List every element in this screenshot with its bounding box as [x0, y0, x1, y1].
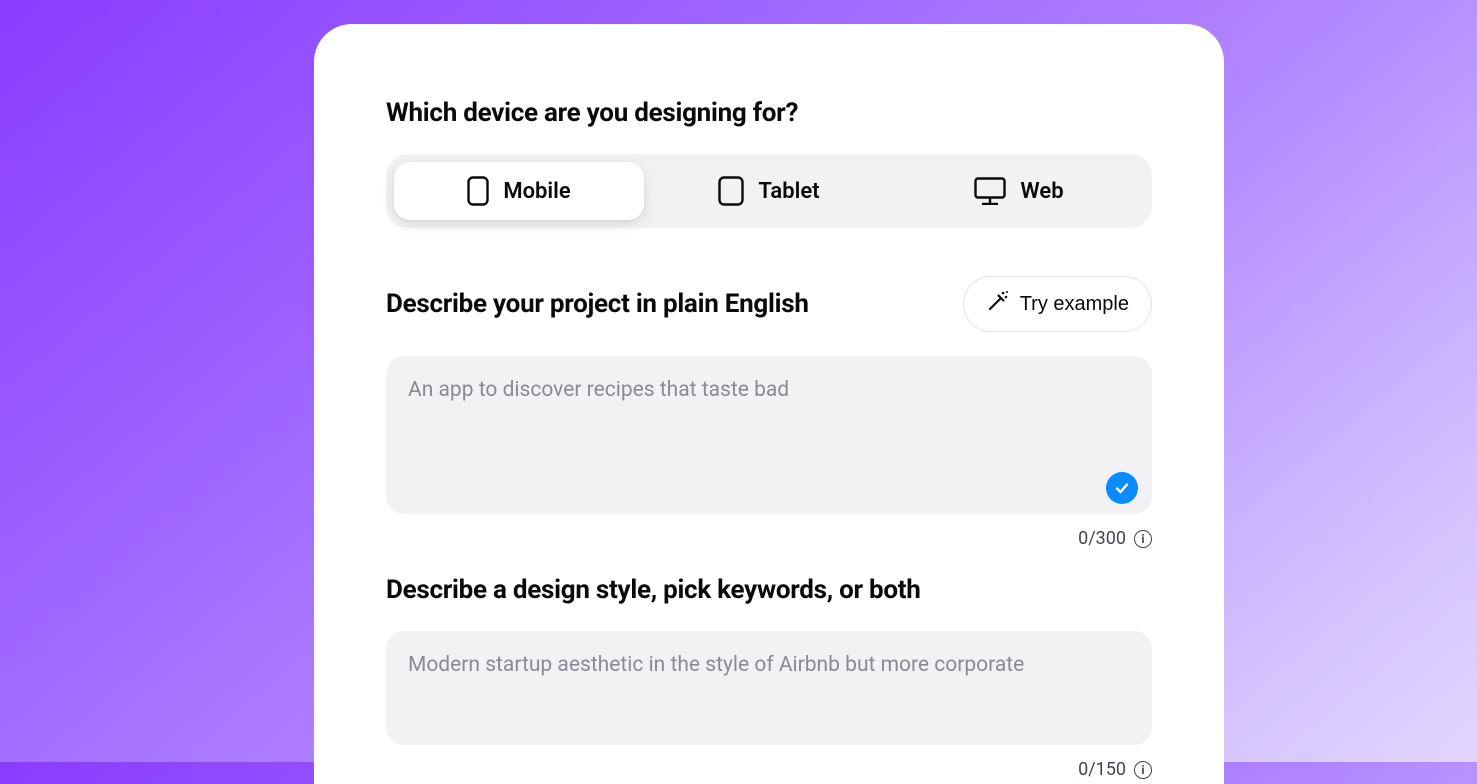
style-counter-row: 0/150 i — [386, 759, 1152, 780]
device-tab-mobile[interactable]: Mobile — [394, 162, 644, 220]
info-icon[interactable]: i — [1134, 530, 1152, 548]
project-char-counter: 0/300 — [1078, 528, 1126, 549]
device-tab-group: Mobile Tablet Web — [386, 154, 1152, 228]
device-tab-label: Tablet — [758, 179, 819, 204]
try-example-label: Try example — [1020, 293, 1129, 316]
desktop-icon — [974, 177, 1006, 205]
device-tab-label: Mobile — [503, 179, 570, 204]
style-heading: Describe a design style, pick keywords, … — [386, 575, 1152, 605]
validation-check-icon — [1106, 472, 1138, 504]
tablet-icon — [718, 176, 744, 206]
project-field-wrap — [386, 356, 1152, 518]
style-description-input[interactable] — [386, 631, 1152, 745]
project-description-input[interactable] — [386, 356, 1152, 514]
magic-wand-icon — [986, 289, 1010, 319]
info-icon[interactable]: i — [1134, 761, 1152, 779]
device-tab-label: Web — [1020, 179, 1063, 204]
project-counter-row: 0/300 i — [386, 528, 1152, 549]
device-heading: Which device are you designing for? — [386, 98, 1152, 128]
style-field-wrap — [386, 631, 1152, 749]
form-card: Which device are you designing for? Mobi… — [314, 24, 1224, 784]
project-heading-row: Describe your project in plain English T… — [386, 276, 1152, 332]
project-heading: Describe your project in plain English — [386, 289, 809, 319]
device-tab-tablet[interactable]: Tablet — [644, 162, 894, 220]
mobile-icon — [467, 176, 489, 206]
device-tab-web[interactable]: Web — [894, 162, 1144, 220]
try-example-button[interactable]: Try example — [963, 276, 1152, 332]
style-char-counter: 0/150 — [1078, 759, 1126, 780]
